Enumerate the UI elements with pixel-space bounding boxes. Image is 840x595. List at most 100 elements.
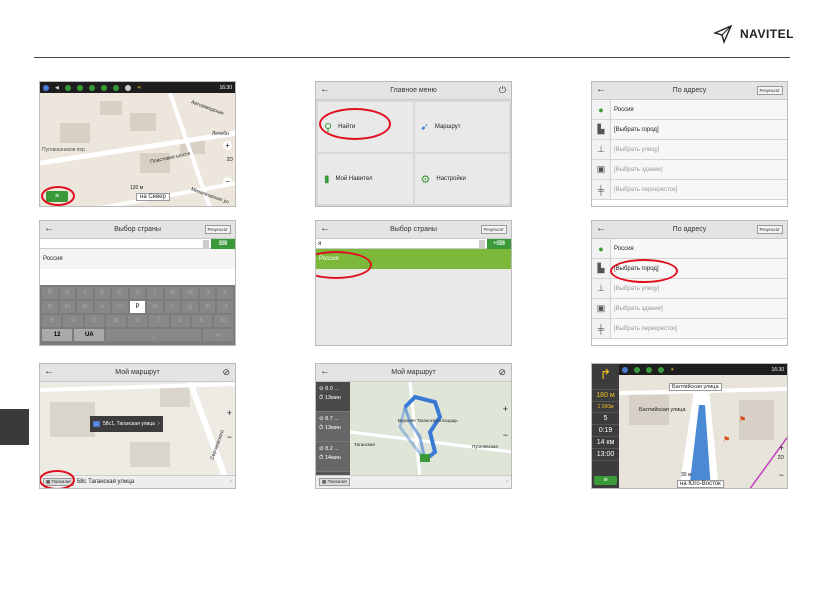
zoom-in-button[interactable]: + [227, 408, 232, 418]
globe-icon[interactable] [43, 84, 49, 91]
route-option[interactable]: ⊘ 8.7 ... ⏱ 13мин [316, 412, 350, 442]
keyboard-key[interactable]: Х [217, 287, 234, 299]
keyboard-key[interactable]: Н [129, 287, 146, 299]
back-arrow-icon[interactable]: ← [596, 224, 606, 234]
keyboard-key[interactable]: Ь [170, 315, 191, 327]
address-row-street[interactable]: ⊥ [Выбрать улицу] [592, 140, 787, 160]
zoom-in-button[interactable]: + [503, 404, 508, 414]
menu-item-my-navitel[interactable]: ▮ Мой Навител [318, 154, 413, 204]
view-mode-button[interactable]: 2D [778, 455, 784, 461]
result-button[interactable]: Результат [756, 225, 783, 234]
keyboard-key[interactable]: Й [42, 287, 58, 299]
zoom-out-button[interactable]: − [223, 177, 232, 186]
keyboard-toggle-button[interactable]: +⌨ [487, 239, 511, 249]
address-row-city[interactable]: ▙ [Выбрать город] [592, 120, 787, 140]
gps-icon[interactable] [64, 84, 71, 91]
space-key[interactable]: ⎵ [106, 329, 201, 341]
keyboard-key[interactable]: Щ [182, 287, 198, 299]
keyboard-key[interactable]: Б [192, 315, 212, 327]
gps-icon[interactable] [634, 366, 640, 373]
keyboard-key[interactable]: С [84, 315, 105, 327]
address-row-building[interactable]: ▣ [Выбрать здание] [592, 299, 787, 319]
poi-icon[interactable]: ⚑ [739, 415, 746, 424]
point-popup[interactable]: ⌂ 58с1, Таганская улица › [90, 416, 163, 432]
keyboard-key[interactable]: Г [147, 287, 163, 299]
keyboard-key[interactable]: Т [149, 315, 169, 327]
keyboard-key[interactable]: Д [182, 301, 198, 313]
keyboard-key[interactable]: К [94, 287, 111, 299]
power-icon[interactable]: ⏻ [499, 85, 506, 96]
menu-button[interactable]: ≡ [594, 476, 617, 485]
address-row-street[interactable]: ⊥ [Выбрать улицу] [592, 279, 787, 299]
sound-icon[interactable]: ◀ [55, 85, 59, 91]
keyboard-key[interactable]: Ц [59, 287, 76, 299]
route-icon[interactable] [100, 84, 107, 91]
keyboard-key[interactable]: Я [42, 315, 62, 327]
clear-icon[interactable] [203, 240, 209, 248]
address-row-crossing[interactable]: ╪ [Выбрать перекресток] [592, 319, 787, 339]
keyboard-key[interactable]: Ж [199, 301, 216, 313]
keyboard-key[interactable]: Ы [59, 301, 76, 313]
poi-icon[interactable]: ⚑ [723, 435, 730, 444]
zoom-out-button[interactable]: − [227, 432, 232, 442]
sun-icon[interactable]: ☀ [670, 367, 674, 373]
result-item[interactable]: Россия [40, 249, 235, 269]
back-arrow-icon[interactable]: ← [320, 85, 330, 95]
map-area[interactable]: Верхняя Таганская площадь Таганская Пуга… [350, 382, 511, 477]
keyboard-key[interactable]: И [127, 315, 148, 327]
map-area[interactable]: Балтийская улица Балтийская улица ⚑ ⚑ + … [619, 375, 787, 488]
keyboard-toggle-button[interactable]: ⌨ [211, 239, 235, 249]
events-icon[interactable] [124, 84, 131, 91]
language-key[interactable]: UA [74, 329, 105, 341]
keyboard-key[interactable]: П [112, 301, 128, 313]
address-row-country[interactable]: ● Россия [592, 100, 787, 120]
sun-icon[interactable]: ☀ [137, 85, 141, 91]
route-option[interactable]: ⊘ 8.2 ... ⏱ 14мин [316, 442, 350, 472]
result-button[interactable]: Результат [480, 225, 507, 234]
zoom-in-button[interactable]: + [223, 141, 232, 150]
back-arrow-icon[interactable]: ← [320, 367, 330, 377]
keyboard-key[interactable]: А [94, 301, 111, 313]
keyboard-key[interactable]: Ю [213, 315, 233, 327]
number-key[interactable]: 12 [42, 329, 73, 341]
search-input[interactable]: ⌨ [40, 239, 235, 249]
keyboard-key[interactable]: М [106, 315, 126, 327]
chevron-right-icon[interactable]: › [230, 479, 232, 485]
keyboard-key[interactable]: О [147, 301, 163, 313]
back-arrow-icon[interactable]: ← [596, 85, 606, 95]
clear-icon[interactable] [479, 240, 485, 248]
back-arrow-icon[interactable]: ← [320, 224, 330, 234]
zoom-in-button[interactable]: + [779, 443, 784, 453]
route-options-icon[interactable]: ⊘ [498, 367, 506, 378]
result-button[interactable]: Результат [204, 225, 231, 234]
address-row-building[interactable]: ▣ [Выбрать здание] [592, 160, 787, 180]
route-option[interactable]: ⊘ 8.0 ... ⏱ 13мин [316, 382, 350, 412]
traffic-icon[interactable] [658, 366, 664, 373]
satellite-icon[interactable] [76, 84, 83, 91]
menu-item-route[interactable]: ➹ Маршрут [414, 102, 509, 152]
keyboard-key[interactable]: Л [164, 301, 181, 313]
back-arrow-icon[interactable]: ← [44, 224, 54, 234]
keyboard-key[interactable]: Э [217, 301, 234, 313]
search-input[interactable]: я +⌨ [316, 239, 511, 249]
keyboard-key[interactable]: Ч [63, 315, 83, 327]
keyboard-key[interactable]: Ш [164, 287, 181, 299]
traffic-icon[interactable] [88, 84, 95, 91]
enter-key[interactable]: ↵ [202, 329, 233, 341]
address-row-country[interactable]: ● Россия [592, 239, 787, 259]
result-button[interactable]: Результат [756, 86, 783, 95]
keyboard-key[interactable]: Ф [42, 301, 58, 313]
satellite-icon[interactable] [646, 366, 652, 373]
zoom-out-button[interactable]: − [779, 470, 784, 480]
globe-icon[interactable] [622, 366, 628, 373]
keyboard-key[interactable]: У [77, 287, 93, 299]
menu-item-settings[interactable]: ⚙ Настройки [414, 154, 509, 204]
keyboard-key[interactable]: Е [112, 287, 128, 299]
map-area[interactable]: Сергиевского ⌂ 58с1, Таганская улица › + − [40, 382, 235, 477]
go-button[interactable]: ▩ Поехали! [319, 478, 350, 486]
address-row-crossing[interactable]: ╪ [Выбрать перекресток] [592, 180, 787, 200]
chevron-right-icon[interactable]: › [506, 479, 508, 485]
message-icon[interactable] [112, 84, 119, 91]
back-arrow-icon[interactable]: ← [44, 367, 54, 377]
view-mode-button[interactable]: 2D [227, 157, 233, 163]
